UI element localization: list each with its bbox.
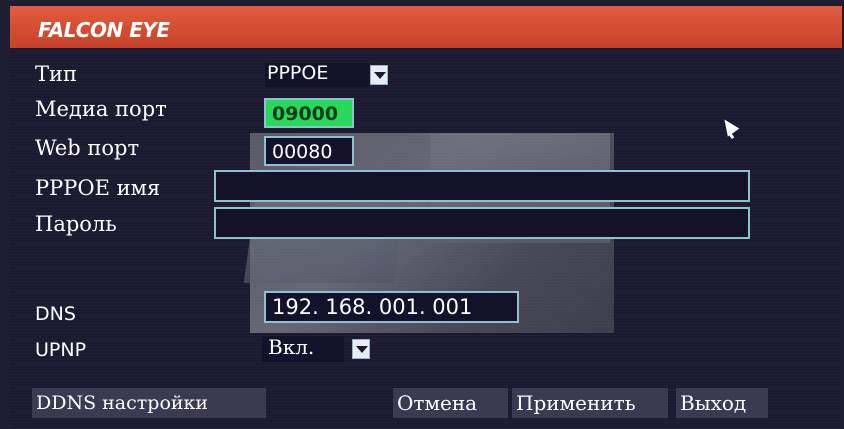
pppoe-name-label: PPPOE имя	[35, 176, 161, 200]
upnp-label: UPNP	[35, 339, 87, 361]
ddns-settings-button[interactable]: DDNS настройки	[32, 388, 266, 418]
type-select[interactable]: PPPOE	[265, 63, 369, 87]
password-label: Пароль	[35, 212, 117, 236]
apply-button[interactable]: Применить	[512, 388, 668, 418]
exit-button[interactable]: Выход	[676, 388, 768, 418]
web-port-label-text: Web порт	[35, 136, 140, 160]
dns-label: DNS	[35, 303, 76, 325]
dvr-frame: FALCON EYE Тип PPPOE Медиа порт 09000 We…	[0, 0, 844, 429]
pppoe-name-input[interactable]	[214, 170, 750, 202]
media-port-label: Медиа порт	[35, 97, 167, 121]
type-dropdown-chevron-down-icon[interactable]	[370, 65, 388, 85]
upnp-dropdown-chevron-down-icon[interactable]	[352, 339, 370, 359]
media-port-input[interactable]: 09000	[264, 98, 354, 128]
brand-logo: FALCON EYE	[38, 18, 170, 42]
cancel-button[interactable]: Отмена	[393, 388, 508, 418]
web-port-label: Web порт	[35, 136, 139, 160]
web-port-input[interactable]: 00080	[264, 136, 354, 166]
password-input[interactable]	[214, 207, 750, 239]
dns-input[interactable]: 192. 168. 001. 001	[264, 291, 519, 323]
type-label: Тип	[35, 62, 77, 86]
upnp-select[interactable]: Вкл.	[262, 336, 344, 362]
title-bar: FALCON EYE	[10, 6, 842, 48]
